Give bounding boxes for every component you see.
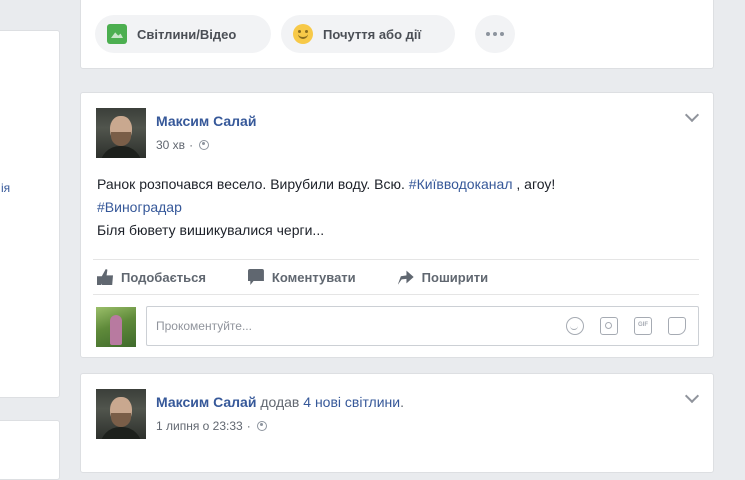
post-timestamp[interactable]: 1 липня о 23:33 [156,419,243,433]
author-name-link[interactable]: Максим Салай [156,113,256,129]
share-label: Поширити [421,269,489,285]
avatar[interactable] [96,389,146,439]
feeling-activity-button[interactable]: Почуття або дії [281,15,455,53]
comment-tools: GIF [566,317,686,335]
like-button[interactable]: Подобається [97,269,206,285]
author-name-link[interactable]: Максим Салай [156,394,256,410]
feed-post: Максим Салай 30 хв · Ранок розпочався ве… [80,92,714,358]
photo-video-label: Світлини/Відео [137,26,237,42]
share-arrow-icon [397,270,414,285]
left-sidebar-card: ія [0,30,60,398]
sticker-icon[interactable] [668,317,686,335]
photo-icon [107,24,127,44]
globe-icon[interactable] [256,421,267,431]
commenter-avatar[interactable] [96,307,136,347]
post-text: Ранок розпочався весело. Вирубили воду. … [97,176,409,192]
post-meta: 1 липня о 23:33 · [156,419,267,433]
comment-box[interactable]: GIF [146,306,699,346]
chevron-down-icon[interactable] [684,107,700,123]
left-sidebar-card-2 [0,420,60,480]
sidebar-partial-link[interactable]: ія [1,181,10,195]
comment-composer: GIF [96,306,699,348]
feed-post: Максим Салай додав 4 нові світлини. 1 ли… [80,373,714,473]
more-dots-icon [486,32,504,36]
chevron-down-icon[interactable] [684,388,700,404]
avatar[interactable] [96,108,146,158]
post-author: Максим Салай [156,113,256,129]
gif-icon[interactable]: GIF [634,317,652,335]
share-button[interactable]: Поширити [397,269,489,285]
more-options-button[interactable] [475,15,515,53]
photos-link[interactable]: 4 нові світлини [303,394,400,410]
comment-button[interactable]: Коментувати [247,269,356,285]
comment-input[interactable] [154,318,538,334]
emoji-icon[interactable] [566,317,584,335]
post-action-text: додав 4 нові світлини. [260,394,404,410]
feeling-activity-label: Почуття або дії [323,26,422,42]
post-author: Максим Салай додав 4 нові світлини. [156,394,404,410]
comment-icon [247,269,264,285]
smile-icon [293,24,313,44]
hashtag-link[interactable]: #Виноградар [97,199,182,215]
post-body: Ранок розпочався весело. Вирубили воду. … [97,173,697,242]
photo-video-button[interactable]: Світлини/Відео [95,15,271,53]
globe-icon[interactable] [199,140,210,150]
camera-icon[interactable] [600,317,618,335]
action-prefix: додав [260,394,300,410]
thumbs-up-icon [97,269,113,285]
meta-separator: · [246,419,251,433]
post-text: , агоу! [512,176,556,192]
post-composer: Світлини/Відео Почуття або дії [80,0,714,69]
meta-separator: · [189,138,194,152]
post-text: Біля бювету вишикувалися черги... [97,222,325,238]
post-actions: Подобається Коментувати Поширити [93,259,699,295]
post-timestamp[interactable]: 30 хв [156,138,185,152]
like-label: Подобається [121,269,206,285]
action-suffix: . [400,394,404,410]
post-meta: 30 хв · [156,138,210,152]
hashtag-link[interactable]: #Київводоканал [409,176,513,192]
comment-label: Коментувати [271,269,356,285]
